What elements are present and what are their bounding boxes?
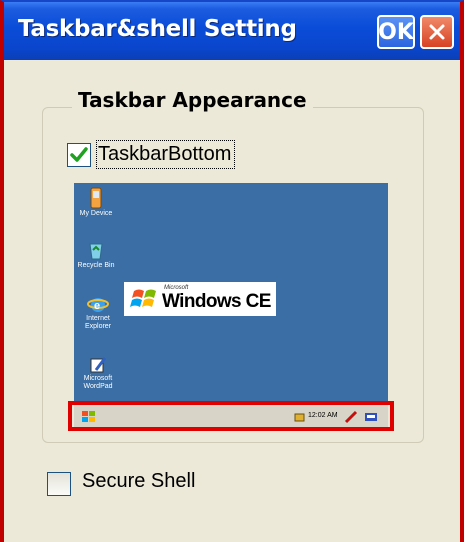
recycle-bin-icon — [89, 243, 103, 260]
close-button[interactable] — [420, 15, 454, 49]
taskbar-bottom-label[interactable]: TaskbarBottom — [96, 140, 236, 169]
secure-shell-checkbox[interactable] — [47, 472, 71, 496]
title-bar: Taskbar&shell Setting OK — [4, 2, 460, 60]
svg-text:e: e — [94, 300, 100, 312]
secure-shell-label[interactable]: Secure Shell — [82, 470, 195, 493]
device-icon — [90, 187, 102, 209]
ok-button[interactable]: OK — [377, 15, 415, 49]
desktop-icon-wordpad: Microsoft WordPad — [74, 355, 128, 391]
desktop-icon-my-device: My Device — [74, 187, 126, 218]
window-title: Taskbar&shell Setting — [18, 16, 297, 42]
close-icon — [429, 24, 445, 40]
taskbar-highlight-box — [68, 401, 394, 431]
taskbar-bottom-checkbox[interactable] — [67, 143, 91, 167]
internet-explorer-icon: e — [87, 298, 109, 312]
desktop-icon-recycle-bin: Recycle Bin — [74, 239, 126, 270]
desktop-icon-internet-explorer: e Internet Explorer — [74, 293, 128, 331]
windows-ce-logo: Microsoft Windows CE — [124, 282, 276, 316]
windows-flag-icon — [130, 289, 156, 307]
group-title: Taskbar Appearance — [72, 88, 313, 112]
taskbar-preview: My Device Recycle Bin e Internet Explore… — [74, 183, 388, 431]
wordpad-icon — [90, 357, 107, 373]
check-icon — [70, 147, 88, 162]
